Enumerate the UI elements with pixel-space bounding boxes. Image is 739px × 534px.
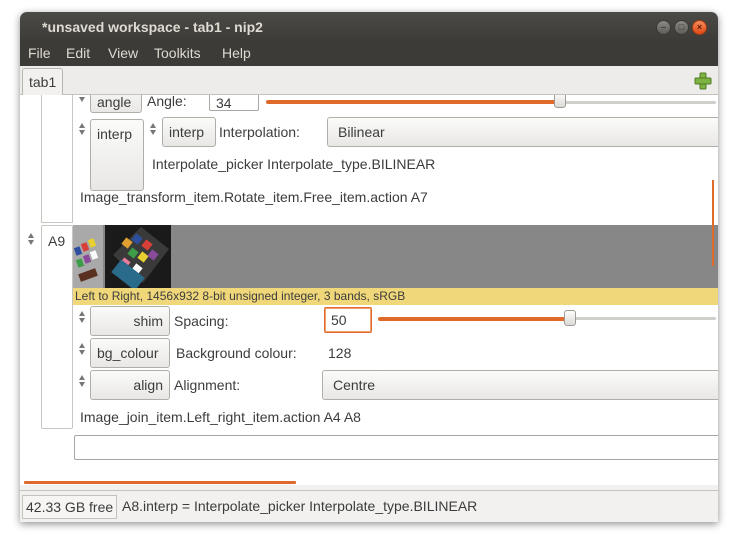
menu-bar: File Edit View Toolkits Help: [20, 42, 718, 66]
menu-help[interactable]: Help: [222, 45, 251, 61]
shim-button[interactable]: shim: [90, 306, 170, 336]
a9-row-column: [41, 225, 73, 429]
angle-slider-handle[interactable]: [554, 95, 566, 108]
angle-slider-track[interactable]: [560, 101, 716, 104]
interp-description: Interpolate_picker Interpolate_type.BILI…: [152, 156, 436, 172]
alignment-label: Alignment:: [174, 377, 241, 393]
alignment-select[interactable]: Centre: [322, 370, 718, 400]
window-title: *unsaved workspace - tab1 - nip2: [42, 19, 263, 35]
image-thumbnails[interactable]: [73, 225, 718, 291]
a9-spinner[interactable]: [26, 231, 36, 247]
row-a7-column: [41, 95, 73, 223]
command-input[interactable]: [74, 435, 718, 460]
angle-button[interactable]: angle: [90, 95, 142, 113]
spacing-slider-track[interactable]: [570, 317, 716, 320]
a9-label[interactable]: A9: [48, 233, 65, 249]
tab-tab1[interactable]: tab1: [22, 68, 64, 96]
image-caption: Left to Right, 1456x932 8-bit unsigned i…: [73, 288, 718, 305]
interpolation-label: Interpolation:: [219, 124, 300, 140]
angle-spinner[interactable]: [77, 95, 87, 104]
angle-field[interactable]: 34: [209, 95, 259, 111]
spacing-field[interactable]: 50: [324, 307, 372, 333]
interp-button[interactable]: interp: [90, 119, 144, 191]
spacing-slider-fill: [378, 317, 570, 321]
status-bar: 42.33 GB free A8.interp = Interpolate_pi…: [20, 490, 718, 522]
progress-bar: [24, 481, 296, 484]
shim-spinner[interactable]: [77, 309, 87, 325]
interpolation-select[interactable]: Bilinear: [327, 117, 718, 147]
join-action-text: Image_join_item.Left_right_item.action A…: [80, 409, 361, 425]
menu-edit[interactable]: Edit: [66, 45, 90, 61]
thumbnail-images[interactable]: [73, 225, 193, 291]
background-colour-value: 128: [328, 345, 352, 361]
title-bar[interactable]: *unsaved workspace - tab1 - nip2 – □ ×: [20, 12, 718, 42]
rotate-action-text: Image_transform_item.Rotate_item.Free_it…: [80, 189, 428, 205]
angle-slider-fill: [266, 100, 560, 104]
align-button[interactable]: align: [90, 370, 170, 400]
bg-colour-button[interactable]: bg_colour: [90, 338, 170, 368]
align-spinner[interactable]: [77, 373, 87, 389]
menu-toolkits[interactable]: Toolkits: [154, 45, 201, 61]
add-tab-icon[interactable]: [694, 72, 712, 90]
interp-option-button[interactable]: interp: [162, 117, 216, 147]
menu-view[interactable]: View: [108, 45, 138, 61]
angle-label: Angle:: [147, 95, 187, 109]
app-window: *unsaved workspace - tab1 - nip2 – □ × F…: [20, 12, 718, 522]
workspace-canvas[interactable]: angle Angle: 34 interp interp Interpolat…: [20, 95, 718, 485]
interp-option-spinner[interactable]: [148, 121, 158, 137]
interp-spinner[interactable]: [77, 121, 87, 137]
maximize-icon[interactable]: □: [674, 20, 689, 35]
close-icon[interactable]: ×: [692, 20, 707, 35]
background-colour-label: Background colour:: [176, 345, 297, 361]
bg-colour-spinner[interactable]: [77, 341, 87, 357]
disk-free-indicator: 42.33 GB free: [22, 495, 118, 519]
minimize-icon[interactable]: –: [656, 20, 671, 35]
scroll-indicator[interactable]: [712, 180, 714, 266]
status-message: A8.interp = Interpolate_picker Interpola…: [122, 498, 478, 514]
spacing-label: Spacing:: [174, 313, 229, 329]
tab-strip: tab1: [20, 66, 718, 96]
spacing-slider-handle[interactable]: [564, 310, 576, 326]
menu-file[interactable]: File: [28, 45, 51, 61]
